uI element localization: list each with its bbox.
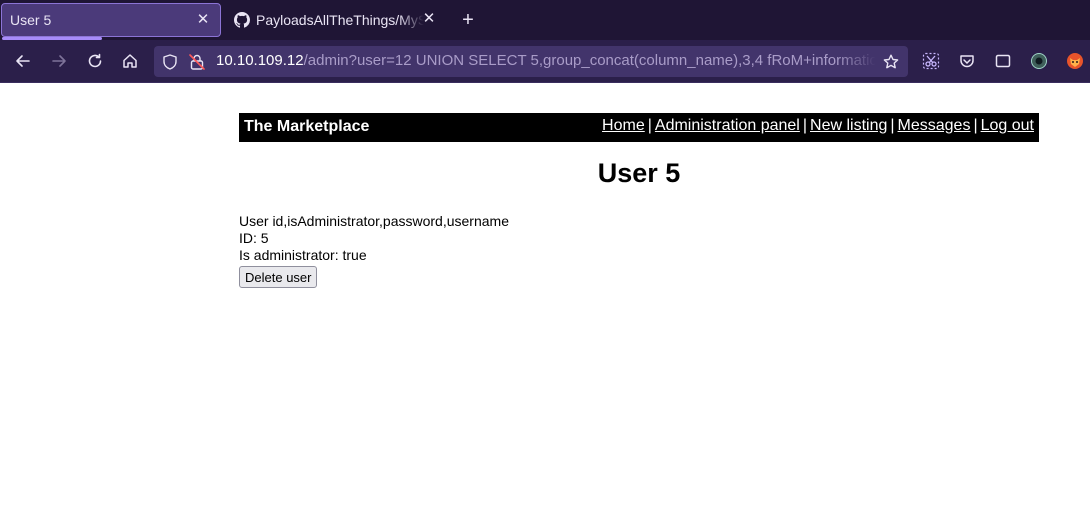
new-tab-button[interactable]: + bbox=[458, 10, 478, 30]
forward-button[interactable] bbox=[49, 51, 69, 71]
pocket-icon bbox=[960, 55, 974, 68]
github-icon bbox=[234, 12, 250, 28]
nav-separator: | bbox=[973, 117, 978, 134]
home-icon bbox=[123, 54, 137, 68]
nav-link-home[interactable]: Home bbox=[602, 117, 645, 134]
back-button[interactable] bbox=[13, 51, 33, 71]
fox-extension-button[interactable] bbox=[1065, 51, 1085, 71]
tab-title: User 5 bbox=[10, 12, 52, 28]
insecure-lock-icon bbox=[189, 54, 205, 70]
star-icon bbox=[883, 54, 899, 69]
is-admin-line: Is administrator: true bbox=[239, 247, 367, 263]
scissors-extension-button[interactable] bbox=[921, 51, 941, 71]
nav-link-messages[interactable]: Messages bbox=[898, 117, 971, 134]
nav-link-logout[interactable]: Log out bbox=[981, 117, 1034, 134]
scissors-extension-icon bbox=[922, 52, 940, 70]
nav-separator: | bbox=[647, 117, 652, 134]
extension-circle-button[interactable] bbox=[1029, 51, 1049, 71]
bookmark-button[interactable] bbox=[881, 52, 901, 72]
nav-separator: | bbox=[890, 117, 895, 134]
pocket-button[interactable] bbox=[957, 51, 977, 71]
nav-link-admin-panel[interactable]: Administration panel bbox=[655, 117, 800, 134]
arrow-right-icon bbox=[52, 55, 66, 67]
nav-link-new-listing[interactable]: New listing bbox=[810, 117, 887, 134]
url-path: /admin?user=12 UNION SELECT 5,group_conc… bbox=[303, 52, 876, 69]
arrow-left-icon bbox=[16, 55, 30, 67]
site-header: The Marketplace Home | Administration pane… bbox=[239, 113, 1039, 142]
user-line: User id,isAdministrator,password,usernam… bbox=[239, 213, 509, 229]
screenshot-button[interactable] bbox=[993, 51, 1013, 71]
delete-user-button[interactable]: Delete user bbox=[239, 266, 318, 288]
user-id-line: ID: 5 bbox=[239, 230, 269, 246]
url-host: 10.10.109.12 bbox=[216, 52, 304, 69]
extension-circle-icon bbox=[1031, 53, 1047, 69]
tab-strip: User 5 ✕ PayloadsAllTheThings/MySQL ✕ + bbox=[0, 0, 1090, 40]
page-title: User 5 bbox=[597, 158, 681, 188]
close-tab-icon[interactable]: ✕ bbox=[194, 11, 212, 29]
nav-toolbar: 10.10.109.12/admin?user=12 UNION SELECT … bbox=[0, 40, 1090, 83]
window-icon bbox=[995, 54, 1011, 68]
fox-extension-icon bbox=[1067, 53, 1083, 69]
reload-icon bbox=[88, 53, 102, 68]
site-brand: The Marketplace bbox=[244, 118, 370, 135]
tab-title: PayloadsAllTheThings/MySQL bbox=[256, 12, 424, 28]
close-tab-icon[interactable]: ✕ bbox=[420, 10, 438, 28]
reload-button[interactable] bbox=[85, 51, 105, 71]
page-content: The Marketplace Home | Administration pane… bbox=[0, 83, 1090, 507]
site-info-button[interactable] bbox=[187, 52, 207, 72]
tracking-protection-button[interactable] bbox=[160, 52, 180, 72]
shield-icon bbox=[163, 54, 177, 70]
nav-separator: | bbox=[802, 117, 808, 134]
user-info: User id,isAdministrator,password,usernam… bbox=[239, 213, 509, 264]
tab-payloads[interactable]: PayloadsAllTheThings/MySQL ✕ bbox=[226, 3, 442, 37]
address-bar[interactable]: 10.10.109.12/admin?user=12 UNION SELECT … bbox=[154, 46, 908, 77]
home-button[interactable] bbox=[120, 51, 140, 71]
url-text[interactable]: 10.10.109.12/admin?user=12 UNION SELECT … bbox=[216, 52, 876, 69]
site-nav-links: Home | Administration panel | New listing | Me… bbox=[602, 117, 1034, 135]
tab-user-5[interactable]: User 5 ✕ bbox=[1, 3, 221, 40]
